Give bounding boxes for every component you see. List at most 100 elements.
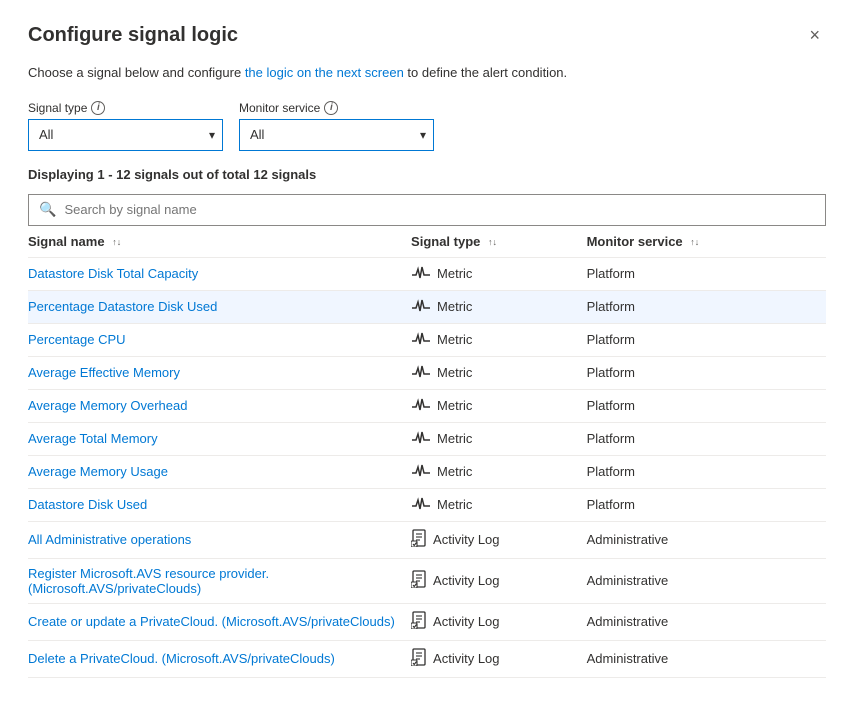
metric-icon [411, 265, 431, 283]
signal-type-text: Metric [437, 299, 472, 314]
signal-name-cell: Percentage CPU [28, 323, 411, 356]
activity-log-icon [411, 570, 427, 592]
signal-type-cell: Activity Log [411, 603, 587, 640]
signal-type-text: Activity Log [433, 532, 499, 547]
modal-configure-signal: Configure signal logic × Choose a signal… [0, 0, 854, 702]
monitor-service-label: Monitor service i [239, 101, 434, 115]
monitor-service-filter: Monitor service i All Platform Administr… [239, 101, 434, 151]
signal-type-cell: Metric [411, 488, 587, 521]
modal-title: Configure signal logic [28, 24, 238, 47]
table-row[interactable]: Average Effective Memory Metric Platform [28, 356, 826, 389]
monitor-service-cell: Platform [587, 356, 826, 389]
signal-type-cell: Metric [411, 290, 587, 323]
signal-type-cell: Metric [411, 257, 587, 290]
table-row[interactable]: All Administrative operations Activity Lo… [28, 521, 826, 558]
monitor-service-cell: Platform [587, 422, 826, 455]
signals-table: Signal name ↑↓ Signal type ↑↓ Monitor se… [28, 226, 826, 678]
signal-type-text: Metric [437, 431, 472, 446]
signal-name-sort-icon[interactable]: ↑↓ [112, 238, 121, 247]
signal-name-link[interactable]: Average Memory Usage [28, 464, 168, 479]
signal-type-label: Signal type i [28, 101, 223, 115]
signal-type-text: Metric [437, 464, 472, 479]
metric-icon [411, 364, 431, 382]
table-row[interactable]: Percentage Datastore Disk Used Metric Plat… [28, 290, 826, 323]
signal-name-link[interactable]: All Administrative operations [28, 532, 191, 547]
metric-icon [411, 496, 431, 514]
activity-log-icon [411, 529, 427, 551]
activity-log-icon [411, 611, 427, 633]
signal-name-cell: Delete a PrivateCloud. (Microsoft.AVS/pr… [28, 640, 411, 677]
signal-type-cell: Metric [411, 389, 587, 422]
table-row[interactable]: Create or update a PrivateCloud. (Micros… [28, 603, 826, 640]
signal-type-cell: Metric [411, 455, 587, 488]
signal-type-select-wrapper: All Metric Activity Log ▾ [28, 119, 223, 151]
monitor-service-sort-icon[interactable]: ↑↓ [690, 238, 699, 247]
signal-name-link[interactable]: Average Effective Memory [28, 365, 180, 380]
table-row[interactable]: Average Memory Usage Metric Platform [28, 455, 826, 488]
description-link[interactable]: the logic on the next screen [245, 65, 404, 80]
signal-name-cell: Average Memory Overhead [28, 389, 411, 422]
signal-type-text: Metric [437, 497, 472, 512]
signal-name-cell: Average Total Memory [28, 422, 411, 455]
search-box: 🔍 [28, 194, 826, 226]
monitor-service-select[interactable]: All Platform Administrative [239, 119, 434, 151]
signal-type-cell: Metric [411, 422, 587, 455]
monitor-service-info-icon[interactable]: i [324, 101, 338, 115]
modal-header: Configure signal logic × [28, 24, 826, 47]
signal-type-text: Activity Log [433, 573, 499, 588]
signal-type-text: Metric [437, 266, 472, 281]
signal-name-link[interactable]: Percentage CPU [28, 332, 126, 347]
monitor-service-cell: Administrative [587, 558, 826, 603]
table-row[interactable]: Datastore Disk Total Capacity Metric Platf… [28, 257, 826, 290]
signal-type-info-icon[interactable]: i [91, 101, 105, 115]
signal-name-link[interactable]: Delete a PrivateCloud. (Microsoft.AVS/pr… [28, 651, 335, 666]
close-button[interactable]: × [803, 24, 826, 46]
signal-type-cell: Metric [411, 323, 587, 356]
monitor-service-cell: Platform [587, 488, 826, 521]
signal-type-cell: Metric [411, 356, 587, 389]
monitor-service-cell: Platform [587, 455, 826, 488]
signal-name-cell: Create or update a PrivateCloud. (Micros… [28, 603, 411, 640]
metric-icon [411, 331, 431, 349]
search-input[interactable] [64, 202, 815, 217]
col-header-monitor-service: Monitor service ↑↓ [587, 226, 826, 258]
signal-name-link[interactable]: Register Microsoft.AVS resource provider… [28, 566, 269, 596]
table-row[interactable]: Register Microsoft.AVS resource provider… [28, 558, 826, 603]
table-row[interactable]: Average Total Memory Metric Platform [28, 422, 826, 455]
monitor-service-select-wrapper: All Platform Administrative ▾ [239, 119, 434, 151]
signal-name-cell: All Administrative operations [28, 521, 411, 558]
table-header-row: Signal name ↑↓ Signal type ↑↓ Monitor se… [28, 226, 826, 258]
signal-name-link[interactable]: Datastore Disk Used [28, 497, 147, 512]
signal-type-text: Metric [437, 332, 472, 347]
table-row[interactable]: Delete a PrivateCloud. (Microsoft.AVS/pr… [28, 640, 826, 677]
col-header-signal-name: Signal name ↑↓ [28, 226, 411, 258]
signal-type-sort-icon[interactable]: ↑↓ [488, 238, 497, 247]
monitor-service-cell: Platform [587, 257, 826, 290]
table-row[interactable]: Average Memory Overhead MetricPlatform [28, 389, 826, 422]
signal-name-cell: Average Effective Memory [28, 356, 411, 389]
monitor-service-cell: Administrative [587, 603, 826, 640]
signal-type-text: Metric [437, 365, 472, 380]
monitor-service-cell: Administrative [587, 640, 826, 677]
signal-type-cell: Activity Log [411, 521, 587, 558]
table-row[interactable]: Percentage CPUMetricPlatform [28, 323, 826, 356]
metric-icon [411, 397, 431, 415]
signal-type-cell: Activity Log [411, 640, 587, 677]
description-text: Choose a signal below and configure the … [28, 63, 826, 83]
signal-name-link[interactable]: Create or update a PrivateCloud. (Micros… [28, 614, 395, 629]
activity-log-icon [411, 648, 427, 670]
signal-name-link[interactable]: Average Memory Overhead [28, 398, 187, 413]
table-row[interactable]: Datastore Disk Used Metric Platform [28, 488, 826, 521]
signal-type-text: Activity Log [433, 614, 499, 629]
signal-name-link[interactable]: Average Total Memory [28, 431, 158, 446]
monitor-service-cell: Platform [587, 389, 826, 422]
signal-name-link[interactable]: Datastore Disk Total Capacity [28, 266, 198, 281]
signal-name-link[interactable]: Percentage Datastore Disk Used [28, 299, 217, 314]
signal-type-cell: Activity Log [411, 558, 587, 603]
signal-type-select[interactable]: All Metric Activity Log [28, 119, 223, 151]
signal-type-text: Activity Log [433, 651, 499, 666]
metric-icon [411, 430, 431, 448]
search-icon: 🔍 [39, 201, 56, 218]
col-header-signal-type: Signal type ↑↓ [411, 226, 587, 258]
monitor-service-cell: Platform [587, 290, 826, 323]
